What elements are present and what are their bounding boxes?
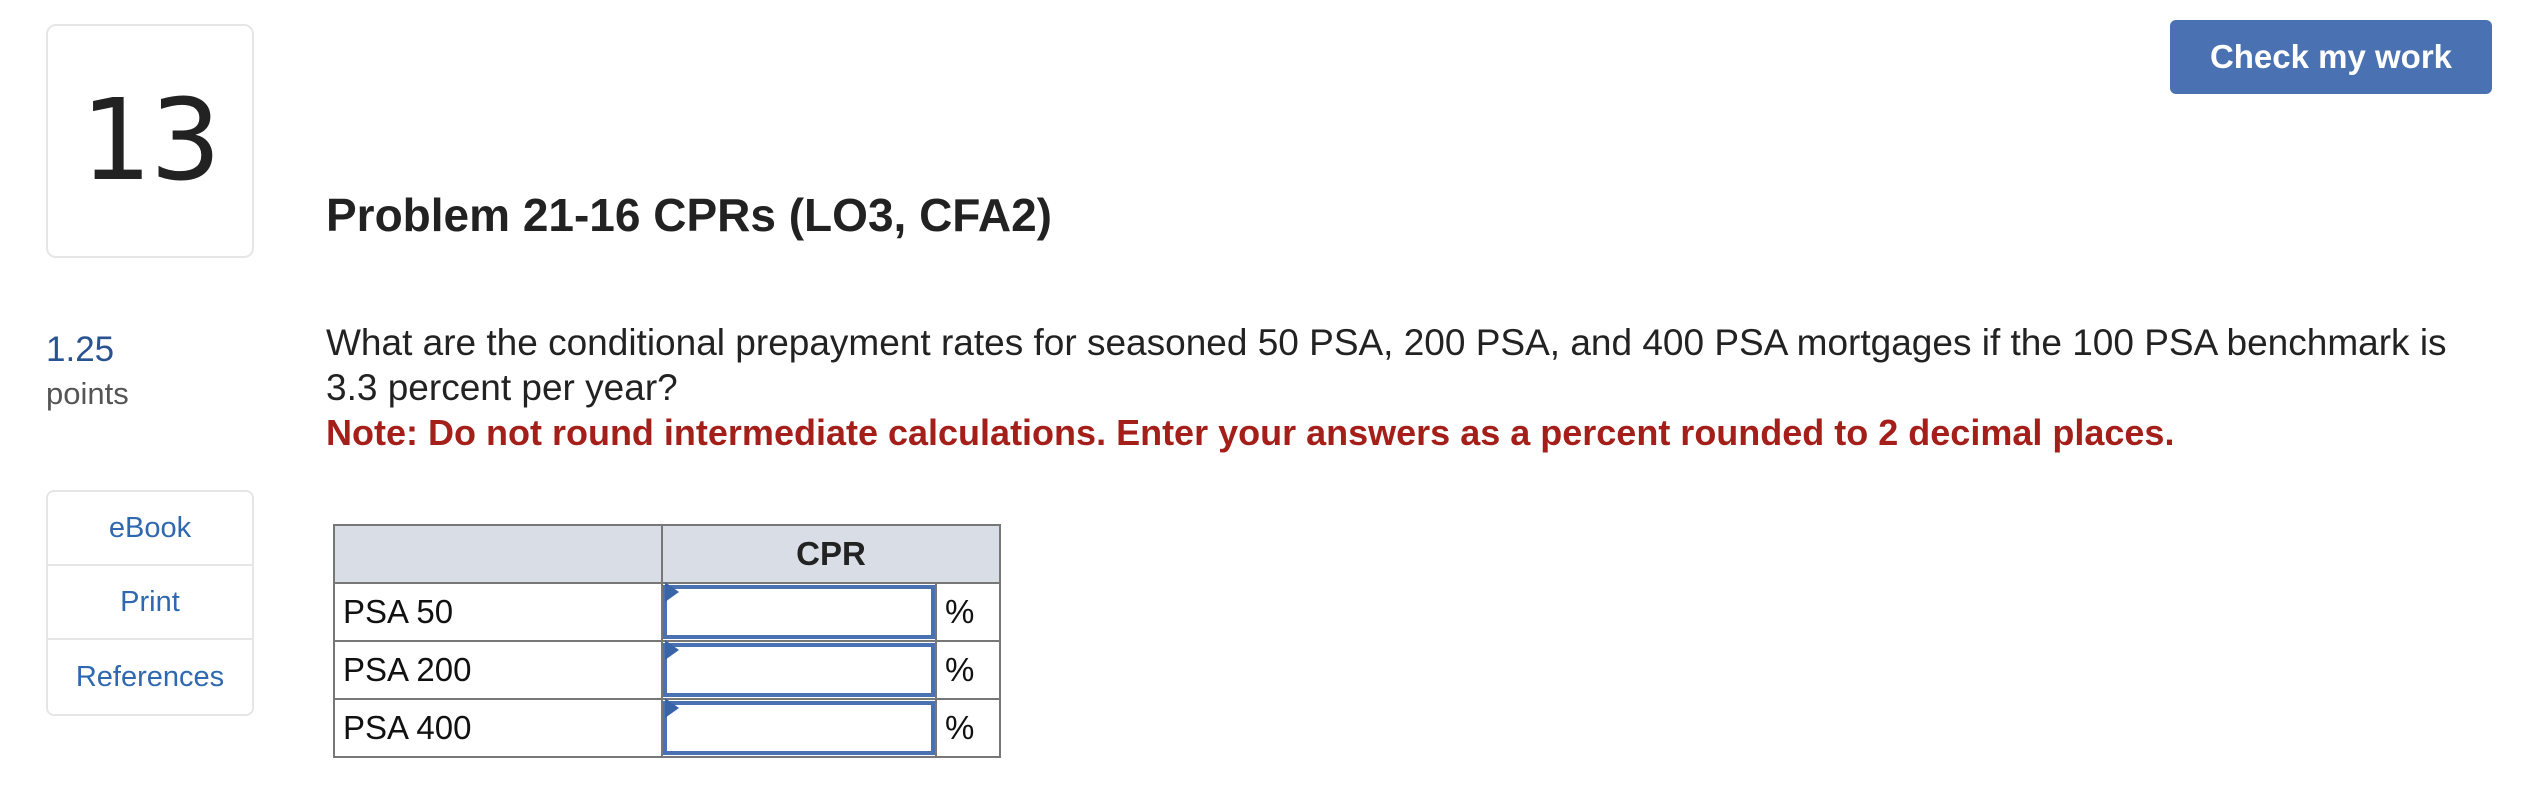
print-link[interactable]: Print <box>48 566 252 640</box>
table-row: PSA 400 % <box>333 698 1001 758</box>
input-cell <box>661 640 937 700</box>
row-label-psa-50: PSA 50 <box>333 582 663 642</box>
points-label: points <box>46 376 129 411</box>
question-number: 13 <box>80 76 222 206</box>
percent-unit: % <box>935 640 1001 700</box>
row-label-psa-200: PSA 200 <box>333 640 663 700</box>
percent-unit: % <box>935 582 1001 642</box>
table-header-row: CPR <box>333 524 1001 584</box>
input-flag-icon <box>665 698 679 718</box>
input-cell <box>661 582 937 642</box>
question-note: Note: Do not round intermediate calculat… <box>326 412 2175 453</box>
check-my-work-button[interactable]: Check my work <box>2170 20 2492 94</box>
percent-unit: % <box>935 698 1001 758</box>
row-label-psa-400: PSA 400 <box>333 698 663 758</box>
resource-links: eBook Print References <box>46 490 254 716</box>
problem-title: Problem 21-16 CPRs (LO3, CFA2) <box>326 189 1052 241</box>
input-cell <box>661 698 937 758</box>
psa-400-cpr-input[interactable] <box>663 701 935 755</box>
psa-200-cpr-input[interactable] <box>663 643 935 697</box>
ebook-link[interactable]: eBook <box>48 492 252 566</box>
input-flag-icon <box>665 640 679 660</box>
question-number-box: 13 <box>46 24 254 258</box>
table-header-cpr: CPR <box>661 524 1001 584</box>
question-text: What are the conditional prepayment rate… <box>326 322 2447 408</box>
answer-table: CPR PSA 50 % PSA 200 % PSA 400 % <box>333 524 1001 758</box>
points-value: 1.25 <box>46 330 115 369</box>
question-page: 13 1.25 points eBook Print References Ch… <box>0 0 2548 798</box>
references-link[interactable]: References <box>48 640 252 714</box>
table-row: PSA 50 % <box>333 582 1001 642</box>
table-row: PSA 200 % <box>333 640 1001 700</box>
psa-50-cpr-input[interactable] <box>663 585 935 639</box>
table-header-blank <box>333 524 663 584</box>
input-flag-icon <box>665 582 679 602</box>
